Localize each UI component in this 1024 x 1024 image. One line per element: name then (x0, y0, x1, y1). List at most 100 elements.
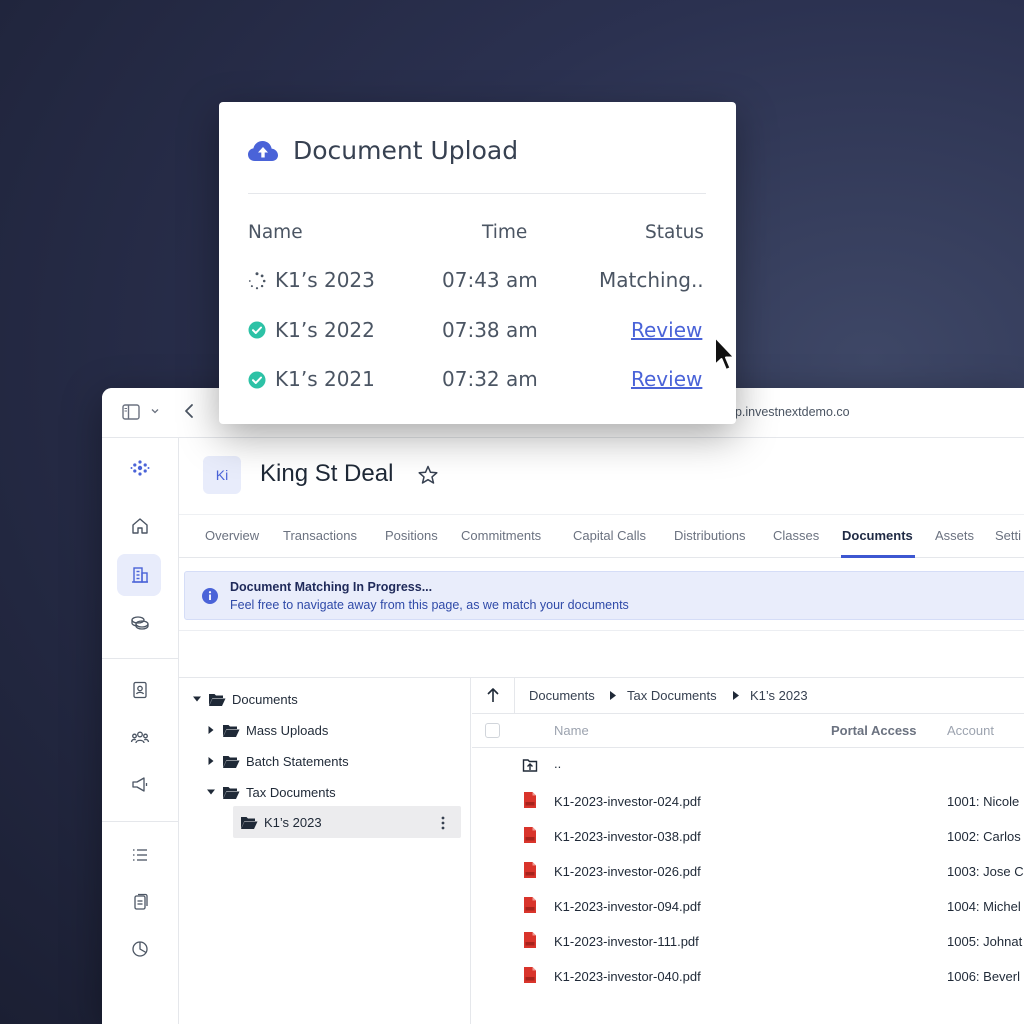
file-list-panel: Documents Tax Documents K1’s 2023 Name P… (472, 678, 1024, 1024)
folder-up-icon (522, 759, 538, 772)
select-all-checkbox[interactable] (485, 723, 500, 738)
info-banner: Document Matching In Progress... Feel fr… (184, 571, 1024, 620)
list-icon[interactable] (130, 845, 150, 865)
file-name[interactable]: K1-2023-investor-024.pdf (554, 794, 701, 809)
table-row[interactable]: K1-2023-investor-040.pdf 1006: Beverl (472, 960, 1024, 995)
documents-icon[interactable] (130, 892, 150, 912)
star-icon[interactable] (417, 464, 439, 486)
column-header-name[interactable]: Name (554, 723, 589, 738)
banner-text: Feel free to navigate away from this pag… (230, 598, 629, 612)
table-row[interactable]: K1-2023-investor-111.pdf 1005: Johnat (472, 925, 1024, 960)
users-icon[interactable] (130, 728, 150, 748)
coins-icon[interactable] (130, 612, 150, 632)
home-icon[interactable] (130, 516, 150, 536)
pie-chart-icon[interactable] (130, 939, 150, 959)
review-link[interactable]: Review (631, 367, 702, 391)
caret-right-icon[interactable] (206, 725, 216, 735)
logo-icon[interactable] (130, 458, 150, 478)
column-header-status: Status (645, 222, 704, 243)
back-arrow-icon[interactable] (182, 402, 196, 420)
pdf-file-icon (524, 932, 536, 948)
table-row-parent-dir[interactable]: .. (472, 750, 1024, 785)
sidebar-divider (102, 821, 179, 822)
tab-commitments[interactable]: Commitments (461, 528, 541, 543)
url-bar[interactable]: pp.investnextdemo.co (728, 405, 850, 419)
check-circle-icon (248, 321, 266, 339)
tree-item-documents[interactable]: Documents (192, 686, 298, 712)
popup-title: Document Upload (293, 136, 519, 165)
upload-time: 07:32 am (442, 367, 538, 391)
table-header: Name Portal Access Account (472, 714, 1024, 748)
parent-dir-label: .. (554, 756, 562, 771)
pdf-file-icon (524, 862, 536, 878)
tree-item-mass-uploads[interactable]: Mass Uploads (206, 717, 328, 743)
upload-name: K1’s 2022 (275, 318, 375, 342)
column-header-name: Name (248, 222, 303, 243)
tab-assets[interactable]: Assets (935, 528, 974, 543)
upload-time: 07:43 am (442, 268, 538, 292)
tab-documents[interactable]: Documents (842, 528, 913, 543)
table-row[interactable]: K1-2023-investor-038.pdf 1002: Carlos (472, 820, 1024, 855)
breadcrumb-item[interactable]: Documents (529, 688, 595, 703)
tab-capital-calls[interactable]: Capital Calls (573, 528, 646, 543)
tab-overview[interactable]: Overview (205, 528, 259, 543)
tab-transactions[interactable]: Transactions (283, 528, 357, 543)
tab-settings[interactable]: Setti (995, 528, 1021, 543)
file-account: 1005: Johnat (947, 934, 1023, 949)
pdf-file-icon (524, 897, 536, 913)
tree-item-batch-statements[interactable]: Batch Statements (206, 748, 349, 774)
deal-header: Ki King St Deal (179, 438, 1024, 514)
table-row[interactable]: K1-2023-investor-026.pdf 1003: Jose C (472, 855, 1024, 890)
table-row[interactable]: K1-2023-investor-094.pdf 1004: Michel (472, 890, 1024, 925)
contact-card-icon[interactable] (130, 680, 150, 700)
sidebar-toggle-icon[interactable] (122, 404, 140, 420)
kebab-menu-icon[interactable] (440, 815, 446, 831)
caret-right-icon[interactable] (206, 756, 216, 766)
loading-spinner-icon (248, 272, 266, 290)
deal-avatar: Ki (203, 456, 241, 494)
arrow-up-icon[interactable] (486, 687, 500, 703)
tree-item-k1s-2023[interactable]: K1’s 2023 (240, 809, 322, 835)
megaphone-icon[interactable] (130, 775, 150, 795)
review-link[interactable]: Review (631, 318, 702, 342)
building-icon[interactable] (130, 565, 150, 585)
popup-divider (248, 193, 706, 194)
column-header-time: Time (482, 222, 528, 243)
folder-open-icon (223, 755, 240, 768)
file-name[interactable]: K1-2023-investor-040.pdf (554, 969, 701, 984)
caret-down-icon[interactable] (192, 694, 202, 704)
breadcrumb-separator-line (514, 678, 515, 714)
tab-positions[interactable]: Positions (385, 528, 438, 543)
file-account: 1006: Beverl (947, 969, 1020, 984)
tab-classes[interactable]: Classes (773, 528, 819, 543)
info-icon (202, 588, 218, 604)
column-header-account[interactable]: Account (947, 723, 994, 738)
file-name[interactable]: K1-2023-investor-026.pdf (554, 864, 701, 879)
breadcrumb-item[interactable]: K1’s 2023 (750, 688, 808, 703)
chevron-down-icon[interactable] (150, 406, 160, 416)
column-header-portal-access[interactable]: Portal Access (831, 723, 917, 738)
pdf-file-icon (524, 827, 536, 843)
sidebar-divider (102, 658, 179, 659)
page-title: King St Deal (260, 460, 394, 487)
upload-time: 07:38 am (442, 318, 538, 342)
main-content: Ki King St Deal Overview Transactions Po… (179, 438, 1024, 1024)
upload-status: Matching.. (599, 268, 704, 292)
file-account: 1003: Jose C (947, 864, 1024, 879)
file-account: 1001: Nicole (947, 794, 1020, 809)
breadcrumb: Documents Tax Documents K1’s 2023 (472, 678, 1024, 714)
table-row[interactable]: K1-2023-investor-024.pdf 1001: Nicole (472, 785, 1024, 820)
folder-open-icon (223, 786, 240, 799)
tab-bar: Overview Transactions Positions Commitme… (179, 514, 1024, 558)
tab-distributions[interactable]: Distributions (674, 528, 746, 543)
file-name[interactable]: K1-2023-investor-038.pdf (554, 829, 701, 844)
file-name[interactable]: K1-2023-investor-111.pdf (554, 934, 699, 949)
tree-item-tax-documents[interactable]: Tax Documents (206, 779, 336, 805)
file-name[interactable]: K1-2023-investor-094.pdf (554, 899, 701, 914)
document-upload-popup: Document Upload Name Time Status K1’s 20… (219, 102, 736, 424)
tree-item-label: Batch Statements (246, 753, 349, 769)
banner-title: Document Matching In Progress... (230, 580, 433, 594)
breadcrumb-item[interactable]: Tax Documents (627, 688, 717, 703)
upload-name: K1’s 2021 (275, 367, 375, 391)
caret-down-icon[interactable] (206, 787, 216, 797)
